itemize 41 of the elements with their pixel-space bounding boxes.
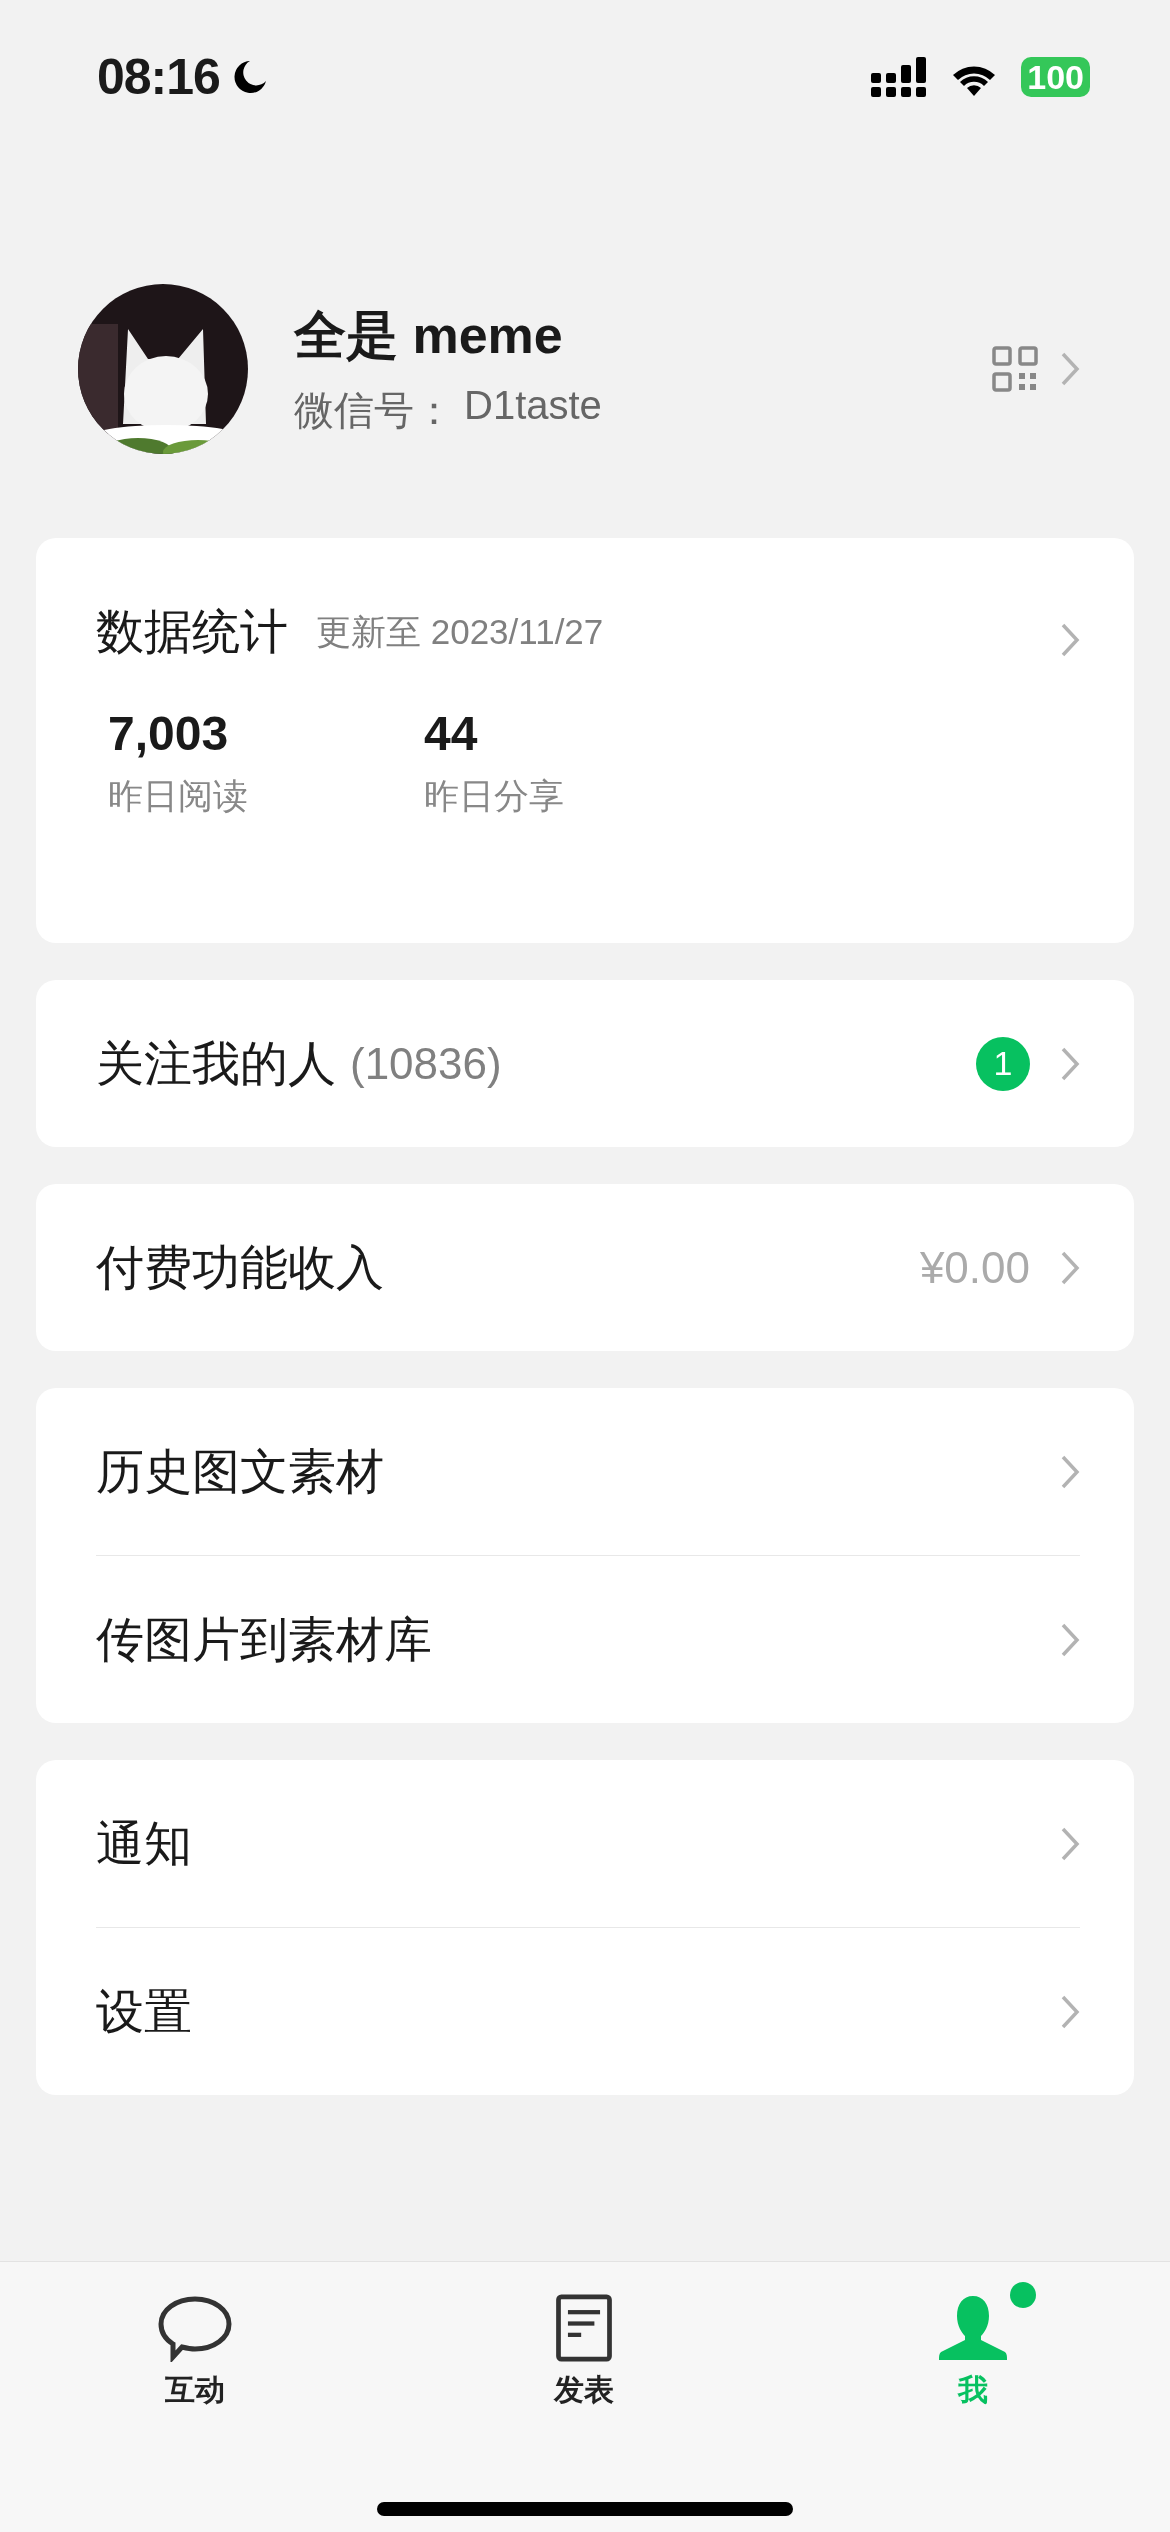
- account-name: 全是 meme: [294, 304, 564, 366]
- chevron-icon: [1060, 1045, 1080, 1082]
- metric-label: 昨日分享: [424, 775, 565, 817]
- stats-card[interactable]: 数据统计 更新至 2023/11/27 7,003 昨日阅读 44 昨日分享: [36, 538, 1134, 943]
- notification-badge: 1: [976, 1036, 1030, 1091]
- chevron-icon: [1060, 1249, 1080, 1286]
- chevron-icon: [1060, 1453, 1080, 1490]
- chat-bubble-icon: [158, 2294, 232, 2362]
- menu-item[interactable]: 历史图文素材: [96, 1388, 1080, 1555]
- wechat-id-label: 微信号：: [294, 386, 454, 434]
- stats-title: 数据统计: [96, 604, 288, 660]
- chevron-icon: [1060, 351, 1080, 387]
- menu-item[interactable]: 通知: [96, 1760, 1080, 1927]
- status-time: 08:16: [97, 48, 220, 106]
- menu-label: 通知: [96, 1815, 192, 1872]
- signal-icon: [871, 57, 928, 97]
- menu-item[interactable]: 付费功能收入 ¥0.00: [96, 1184, 1080, 1351]
- tab[interactable]: 发表: [517, 2272, 651, 2411]
- metric-label: 昨日阅读: [108, 775, 249, 817]
- menu-label: 关注我的人: [96, 1035, 336, 1092]
- income-value: ¥0.00: [919, 1242, 1030, 1293]
- menu-label: 设置: [96, 1983, 192, 2040]
- menu-item[interactable]: 传图片到素材库: [96, 1555, 1080, 1723]
- qr-code-icon[interactable]: [992, 346, 1038, 392]
- wechat-id: D1taste: [464, 382, 602, 429]
- metric-value: 7,003: [108, 706, 230, 761]
- metric-value: 44: [424, 706, 479, 761]
- menu-label: 付费功能收入: [96, 1239, 384, 1296]
- chevron-icon: [1060, 1621, 1080, 1658]
- tab[interactable]: 互动: [128, 2272, 262, 2411]
- chevron-icon: [1060, 622, 1080, 658]
- battery-indicator: 100: [1021, 57, 1090, 97]
- menu-label: 历史图文素材: [96, 1443, 384, 1500]
- menu-label: 传图片到素材库: [96, 1611, 432, 1668]
- menu-item[interactable]: 关注我的人 (10836) 1: [96, 980, 1080, 1147]
- menu-item[interactable]: 设置: [96, 1927, 1080, 2095]
- update-date: 更新至 2023/11/27: [316, 610, 605, 653]
- chevron-icon: [1060, 1993, 1080, 2030]
- chevron-icon: [1060, 1825, 1080, 1862]
- person-icon: [936, 2294, 1010, 2362]
- follower-count: (10836): [350, 1038, 502, 1089]
